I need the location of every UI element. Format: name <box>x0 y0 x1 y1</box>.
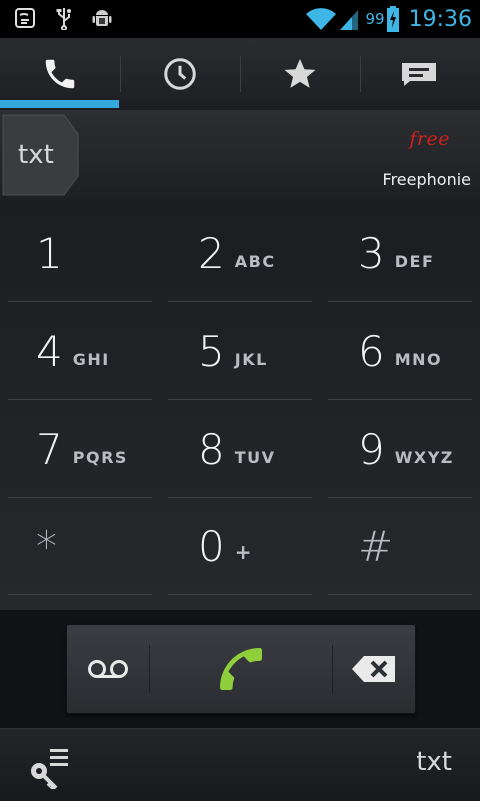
key-divider <box>8 594 152 595</box>
key-letters: DEF <box>394 251 435 271</box>
key-1[interactable]: 1 <box>8 204 152 302</box>
phone-icon <box>45 59 75 89</box>
star-icon <box>284 58 316 88</box>
key-letters: + <box>234 540 253 564</box>
wifi-icon <box>305 8 336 30</box>
key-letters: PQRS <box>72 447 128 467</box>
key-8[interactable]: 8 TUV <box>168 400 312 498</box>
txt-chip-label: txt <box>18 140 54 170</box>
key-digit: 9 <box>358 424 385 474</box>
status-bar: 99 19:36 <box>0 0 480 38</box>
account-bar: txt free Freephonie <box>0 110 480 201</box>
message-icon <box>402 63 436 86</box>
clock: 19:36 <box>408 6 472 32</box>
key-digit: * <box>36 521 57 571</box>
backspace-button[interactable] <box>333 625 415 713</box>
cell-signal-icon <box>339 10 358 30</box>
key-digit: 3 <box>358 228 385 278</box>
battery-percent: 99 <box>365 10 385 28</box>
key-3[interactable]: 3 DEF <box>328 204 472 302</box>
key-divider <box>328 594 472 595</box>
key-digit: 1 <box>36 228 63 278</box>
key-digit: 8 <box>198 424 225 474</box>
key-4[interactable]: 4 GHI <box>8 302 152 400</box>
carrier-name: Freephonie <box>382 170 471 189</box>
voicemail-button[interactable] <box>67 625 149 713</box>
key-digit: 2 <box>198 228 225 278</box>
tab-favorites[interactable] <box>240 38 360 110</box>
bottom-txt-button[interactable]: txt <box>416 747 452 777</box>
android-debug-icon <box>92 10 112 26</box>
key-5[interactable]: 5 JKL <box>168 302 312 400</box>
key-digit: 7 <box>36 424 63 474</box>
key-digit: 0 <box>198 521 225 571</box>
selected-tab-indicator <box>0 100 119 108</box>
key-9[interactable]: 9 WXYZ <box>328 400 472 498</box>
battery-charging-icon <box>386 6 399 32</box>
clock-icon <box>164 58 196 90</box>
dial-action-bar <box>66 624 416 714</box>
key-letters: GHI <box>72 349 110 369</box>
key-digit: 6 <box>358 326 385 376</box>
key-star[interactable]: * <box>8 497 152 595</box>
key-6[interactable]: 6 MNO <box>328 302 472 400</box>
key-digit: # <box>358 521 394 571</box>
voicemail-contact-icon <box>15 8 35 28</box>
key-letters: TUV <box>234 447 276 467</box>
key-digit: 5 <box>198 326 225 376</box>
usb-icon <box>56 8 71 30</box>
tab-messages[interactable] <box>360 38 480 110</box>
tab-recent[interactable] <box>120 38 240 110</box>
key-letters: MNO <box>394 349 443 369</box>
key-digit: 4 <box>36 326 63 376</box>
bottom-bar: txt <box>0 728 480 801</box>
key-divider <box>168 594 312 595</box>
voicemail-icon <box>88 660 128 678</box>
key-0[interactable]: 0 + <box>168 497 312 595</box>
key-letters: ABC <box>234 251 276 271</box>
txt-account-chip[interactable]: txt <box>2 114 80 196</box>
key-7[interactable]: 7 PQRS <box>8 400 152 498</box>
dial-keypad: 1 2 ABC 3 DEF 4 GHI 5 JKL 6 MNO 7 PQRS 8… <box>0 200 480 610</box>
free-logo: free <box>409 128 450 150</box>
key-2[interactable]: 2 ABC <box>168 204 312 302</box>
key-list-icon[interactable] <box>26 743 72 789</box>
call-button[interactable] <box>150 625 332 713</box>
call-icon <box>220 648 262 690</box>
key-letters: JKL <box>234 349 268 369</box>
key-letters: WXYZ <box>394 447 454 467</box>
backspace-icon <box>352 656 395 682</box>
key-hash[interactable]: # <box>328 497 472 595</box>
